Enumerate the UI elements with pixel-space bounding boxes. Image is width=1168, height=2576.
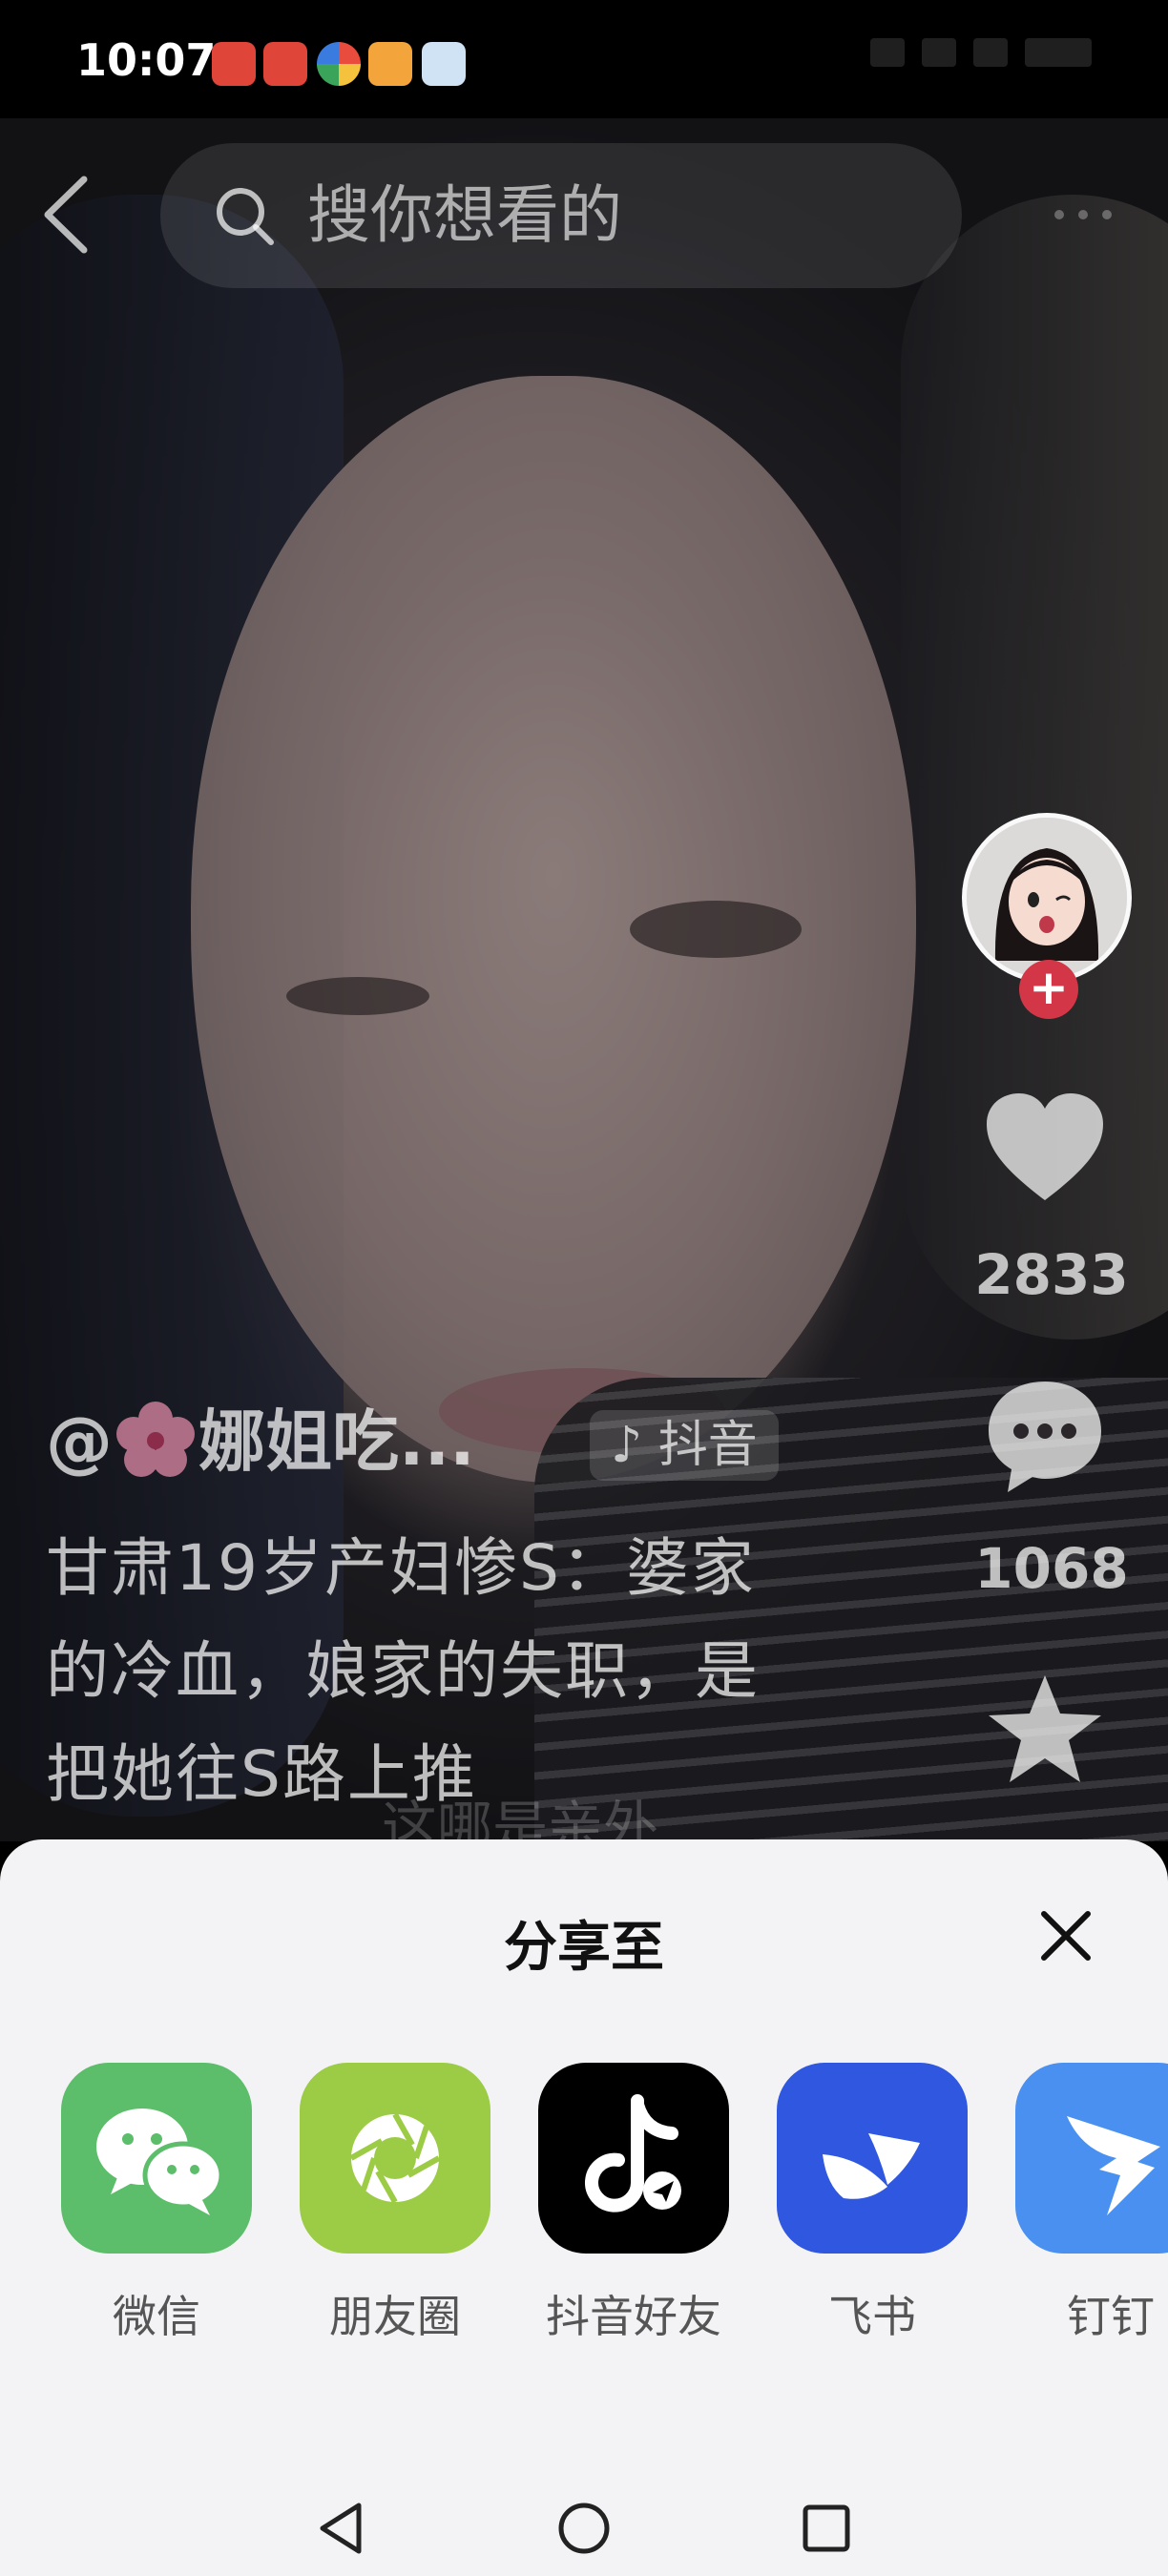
wechat-icon — [61, 2063, 252, 2254]
like-count: 2833 — [974, 1242, 1129, 1307]
share-moments[interactable]: 朋友圈 — [300, 2063, 490, 2345]
favorite-star-icon[interactable] — [983, 1670, 1107, 1794]
app-notification-icon — [212, 42, 256, 86]
share-label: 飞书 — [828, 2291, 916, 2342]
share-label: 抖音好友 — [546, 2291, 721, 2342]
status-bar: 10:07 — [0, 0, 1168, 118]
share-douyin-friend[interactable]: 抖音好友 — [538, 2063, 729, 2345]
system-nav-bar — [0, 2462, 1168, 2576]
flower-emoji-icon — [116, 1401, 195, 1477]
app-notification-icon — [422, 42, 466, 86]
more-icon[interactable] — [1050, 200, 1116, 229]
comment-count: 1068 — [974, 1536, 1129, 1601]
follow-button[interactable]: + — [1019, 960, 1078, 1019]
share-label: 钉钉 — [1067, 2291, 1155, 2342]
moments-icon — [300, 2063, 490, 2254]
author-name-text: 娜姐吃... — [198, 1402, 475, 1481]
share-dingtalk[interactable]: 钉钉 — [1015, 2063, 1168, 2345]
share-label: 朋友圈 — [329, 2291, 461, 2342]
back-arrow-icon[interactable] — [38, 172, 95, 258]
nav-recents-icon[interactable] — [798, 2500, 855, 2557]
app-notification-icon — [263, 42, 307, 86]
nav-back-icon[interactable] — [313, 2500, 370, 2557]
share-sheet-title: 分享至 — [504, 1917, 664, 1979]
like-heart-icon[interactable] — [983, 1088, 1107, 1212]
dingtalk-icon — [1015, 2063, 1168, 2254]
status-time: 10:07 — [76, 34, 217, 86]
author-name[interactable]: @ 娜姐吃... — [46, 1399, 475, 1485]
share-wechat[interactable]: 微信 — [61, 2063, 252, 2345]
system-status-icons — [870, 38, 1092, 67]
search-input[interactable]: 搜你想看的 — [307, 181, 622, 250]
app-notification-icon — [368, 42, 412, 86]
share-label: 微信 — [113, 2291, 200, 2342]
share-feishu[interactable]: 飞书 — [777, 2063, 968, 2345]
douyin-tag[interactable]: ♪ 抖音 — [590, 1410, 779, 1481]
douyin-tag-label: 抖音 — [657, 1417, 758, 1474]
close-icon[interactable] — [1036, 1906, 1095, 1965]
author-avatar[interactable] — [962, 813, 1132, 983]
app-notification-icon — [317, 42, 361, 86]
feishu-icon — [777, 2063, 968, 2254]
douyin-icon — [538, 2063, 729, 2254]
comment-icon[interactable] — [983, 1374, 1107, 1498]
nav-home-icon[interactable] — [555, 2500, 613, 2557]
video-description[interactable]: 甘肃19岁产妇惨S：婆家的冷血，娘家的失职，是把她往S路上推 — [46, 1517, 781, 1826]
search-icon — [217, 188, 274, 245]
author-prefix: @ — [46, 1402, 113, 1481]
